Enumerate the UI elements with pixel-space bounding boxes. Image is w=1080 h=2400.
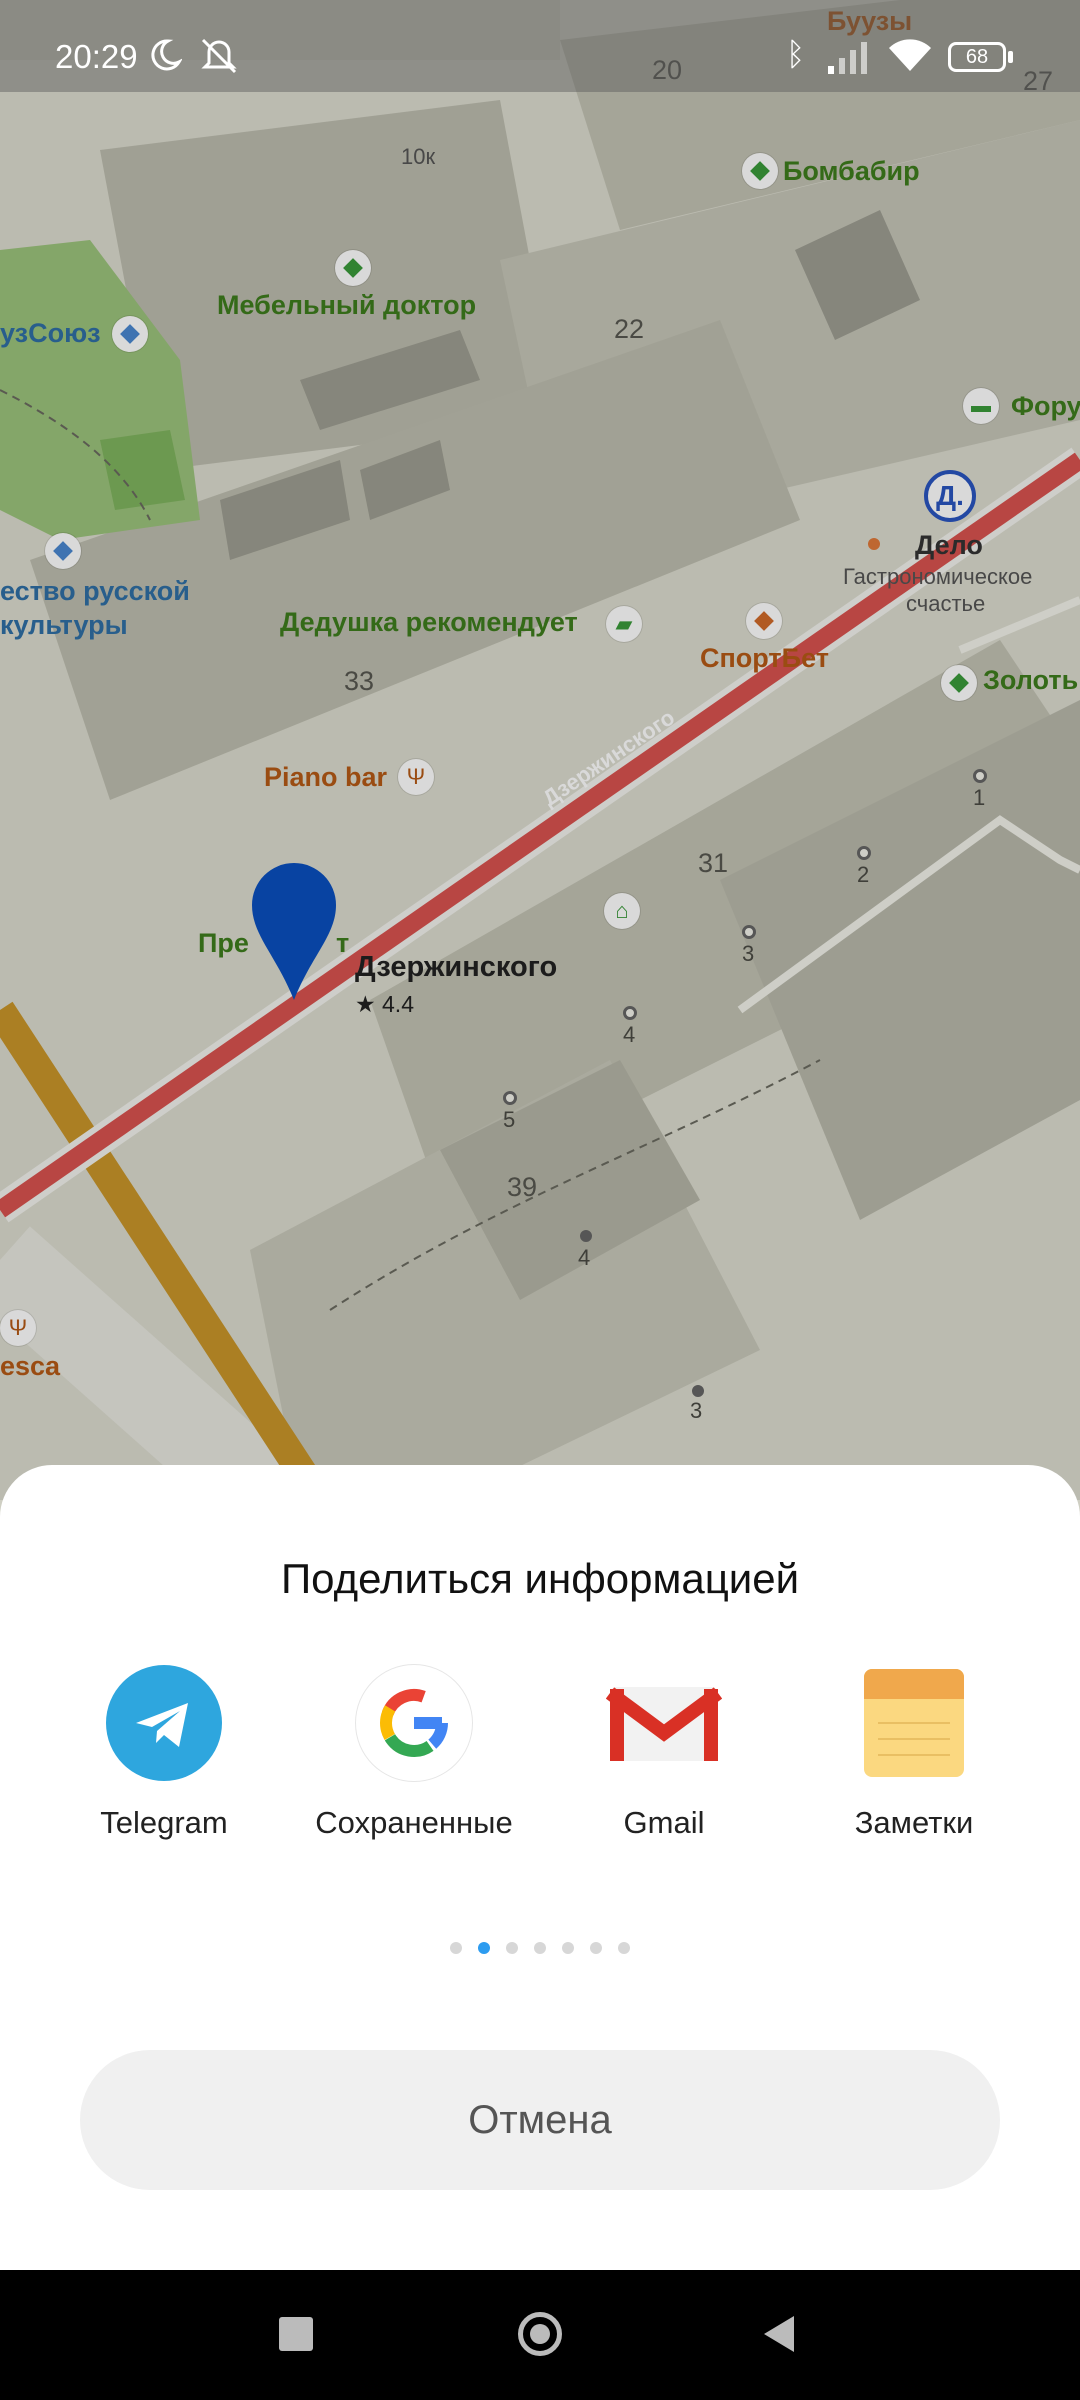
page-indicator — [0, 1942, 1080, 1954]
battery-tip — [1008, 51, 1013, 63]
bell-off-icon — [201, 38, 237, 74]
battery-icon: 68 — [948, 42, 1006, 72]
cancel-button[interactable]: Отмена — [80, 2050, 1000, 2190]
app-label: Gmail — [623, 1805, 705, 1840]
share-app-google-saved[interactable]: Сохраненные — [304, 1665, 524, 1843]
page-dot[interactable] — [534, 1942, 546, 1954]
page-dot[interactable] — [478, 1942, 490, 1954]
page-dot[interactable] — [506, 1942, 518, 1954]
status-bar: 20:29 ᛒ 68 — [0, 0, 1080, 92]
page-dot[interactable] — [590, 1942, 602, 1954]
page-dot[interactable] — [618, 1942, 630, 1954]
google-icon[interactable] — [356, 1665, 472, 1781]
telegram-icon[interactable] — [106, 1665, 222, 1781]
navigation-bar — [0, 2270, 1080, 2400]
battery-level: 68 — [965, 46, 989, 68]
gmail-icon[interactable] — [605, 1665, 723, 1781]
back-button[interactable] — [760, 2314, 796, 2354]
home-button[interactable] — [518, 2312, 562, 2356]
page-dot[interactable] — [562, 1942, 574, 1954]
app-label: Сохраненные — [315, 1805, 513, 1840]
sheet-title: Поделиться информацией — [280, 1555, 800, 1602]
wifi-icon — [889, 39, 931, 71]
share-sheet: Поделиться информацией Telegram Сохранен… — [0, 1465, 1080, 2270]
recents-button[interactable] — [279, 2317, 313, 2351]
share-app-telegram[interactable]: Telegram — [54, 1665, 274, 1843]
moon-icon — [151, 39, 182, 71]
bluetooth-icon: ᛒ — [786, 36, 806, 72]
share-app-notes[interactable]: Заметки — [804, 1665, 1024, 1843]
share-app-gmail[interactable]: Gmail — [554, 1665, 774, 1843]
page-dot[interactable] — [450, 1942, 462, 1954]
status-time: 20:29 — [55, 38, 138, 75]
app-label: Telegram — [100, 1805, 228, 1840]
notes-icon[interactable] — [856, 1665, 972, 1781]
modal-scrim[interactable] — [0, 0, 1080, 1500]
app-label: Заметки — [854, 1805, 974, 1840]
signal-icon — [828, 42, 867, 74]
